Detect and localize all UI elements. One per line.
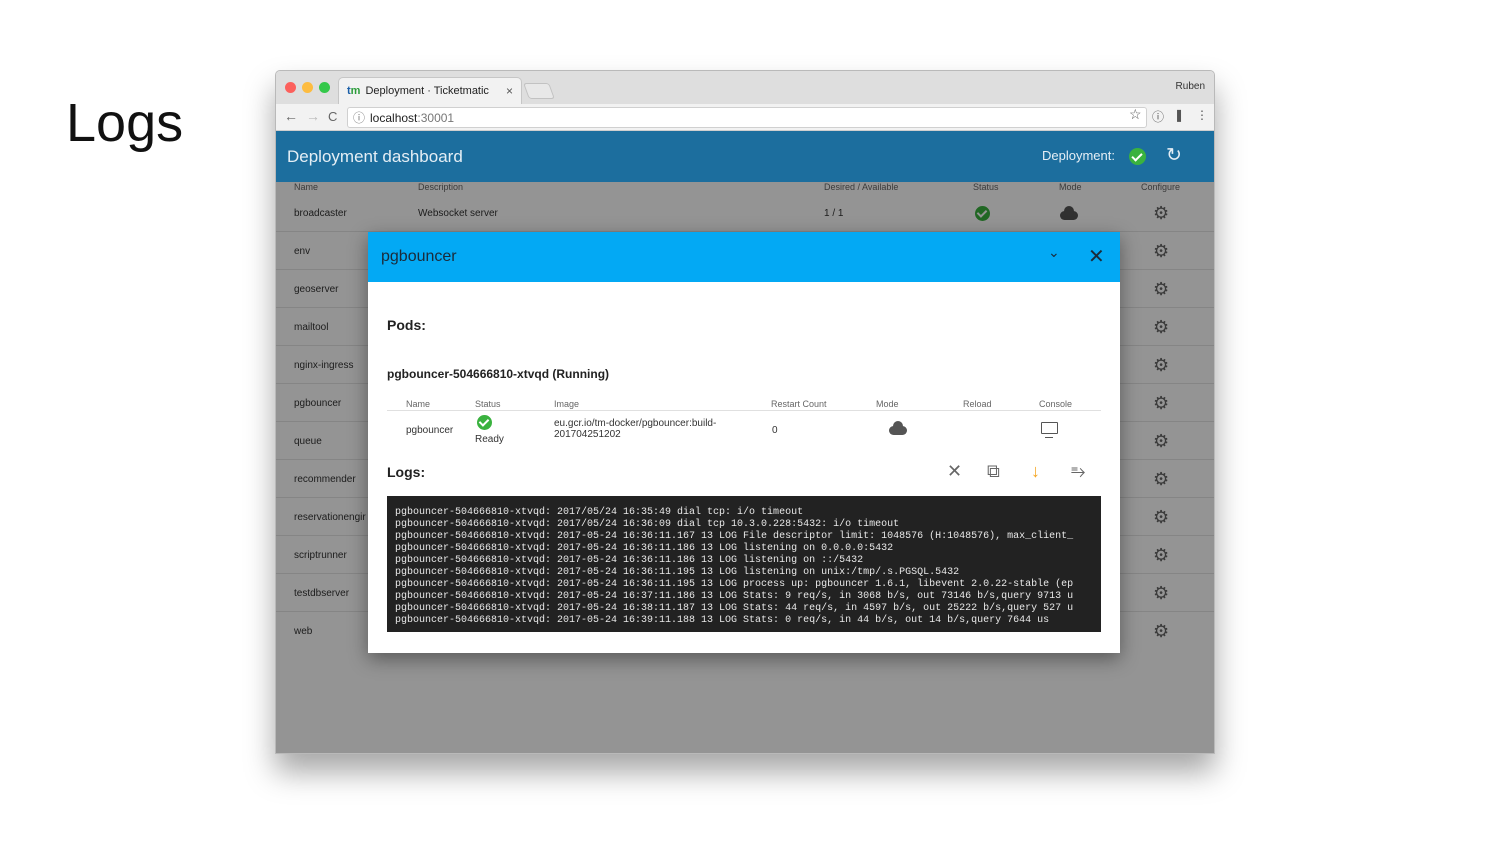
reload-icon[interactable]: C <box>328 109 337 124</box>
refresh-icon[interactable]: ↻ <box>1166 144 1182 167</box>
extension-icon[interactable]: ⓘ <box>1152 108 1164 125</box>
address-bar[interactable]: ⓘ localhost:30001 <box>347 107 1147 128</box>
address-port: :30001 <box>417 110 455 125</box>
chevron-down-icon[interactable]: ⌄ <box>1048 244 1060 261</box>
close-icon[interactable]: ✕ <box>1088 244 1105 269</box>
tab-title: Deployment · Ticketmatic <box>365 85 489 97</box>
tab-deployment[interactable]: tm Deployment · Ticketmatic × <box>338 77 522 104</box>
log-output[interactable]: pgbouncer-504666810-xtvqd: 2017/05/24 16… <box>387 496 1101 632</box>
col-image: Image <box>554 399 580 409</box>
console-icon[interactable] <box>1041 422 1058 438</box>
log-line: pgbouncer-504666810-xtvqd: 2017-05-24 16… <box>395 555 864 566</box>
menu-icon[interactable]: ⋮ <box>1196 108 1208 122</box>
favicon: tm <box>347 85 361 97</box>
container-row: pgbouncer Ready eu.gcr.io/tm-docker/pgbo… <box>387 413 1101 445</box>
container-image-line2: 201704251202 <box>554 429 621 440</box>
log-line: pgbouncer-504666810-xtvqd: 2017-05-24 16… <box>395 531 1074 542</box>
bookmark-star-icon[interactable]: ☆ <box>1129 106 1142 123</box>
navigation-bar: ← → C ⓘ localhost:30001 ☆ ⓘ ❚ ⋮ <box>276 104 1214 131</box>
log-line: pgbouncer-504666810-xtvqd: 2017-05-24 16… <box>395 615 1050 626</box>
app-bar: Deployment dashboard Deployment: ↻ <box>276 131 1214 182</box>
log-line: pgbouncer-504666810-xtvqd: 2017-05-24 16… <box>395 543 894 554</box>
log-line: pgbouncer-504666810-xtvqd: 2017-05-24 16… <box>395 603 1074 614</box>
address-host: localhost <box>370 110 418 125</box>
logs-heading: Logs: <box>387 464 426 480</box>
status-ok-icon <box>477 415 492 430</box>
window-minimize-button[interactable] <box>302 82 313 93</box>
dialog-title: pgbouncer <box>381 248 457 265</box>
col-restart-count: Restart Count <box>771 399 827 409</box>
restart-count: 0 <box>772 425 778 436</box>
col-status: Status <box>475 399 501 409</box>
slide-title: Logs <box>66 93 184 153</box>
log-line: pgbouncer-504666810-xtvqd: 2017-05-24 16… <box>395 579 1074 590</box>
clear-logs-icon[interactable]: ✕ <box>947 461 962 482</box>
cloud-icon <box>889 421 907 435</box>
col-console: Console <box>1039 399 1073 409</box>
window-close-button[interactable] <box>285 82 296 93</box>
pod-name: pgbouncer-504666810-xtvqd (Running) <box>387 367 610 381</box>
tab-close-icon[interactable]: × <box>506 84 513 98</box>
deployment-ok-icon <box>1129 148 1146 165</box>
info-icon[interactable]: ⓘ <box>353 109 365 126</box>
wrap-text-icon[interactable]: ⥱ <box>1071 461 1085 482</box>
log-line: pgbouncer-504666810-xtvqd: 2017-05-24 16… <box>395 567 960 578</box>
log-line: pgbouncer-504666810-xtvqd: 2017/05/24 16… <box>395 507 804 518</box>
evernote-icon[interactable]: ❚ <box>1174 108 1184 122</box>
app-title: Deployment dashboard <box>287 147 463 166</box>
tab-strip: tm Deployment · Ticketmatic × Ruben <box>276 71 1214 104</box>
new-tab-button[interactable] <box>523 83 555 99</box>
col-name: Name <box>406 399 431 409</box>
download-icon[interactable]: ↓ <box>1031 461 1040 482</box>
log-line: pgbouncer-504666810-xtvqd: 2017/05/24 16… <box>395 519 900 530</box>
profile-name[interactable]: Ruben <box>1176 81 1205 92</box>
forward-icon[interactable]: → <box>306 108 320 124</box>
back-icon[interactable]: ← <box>284 108 298 124</box>
window-maximize-button[interactable] <box>319 82 330 93</box>
dialog-header: pgbouncer ⌄ ✕ <box>368 232 1120 282</box>
container-table-header: Name Status Image Restart Count Mode Rel… <box>387 399 1101 411</box>
col-mode: Mode <box>876 399 899 409</box>
copy-icon[interactable]: ⧉ <box>987 461 1000 482</box>
pod-dialog: pgbouncer ⌄ ✕ Pods: pgbouncer-504666810-… <box>368 232 1120 653</box>
pods-heading: Pods: <box>387 317 426 333</box>
container-image-line1: eu.gcr.io/tm-docker/pgbouncer:build- <box>554 418 717 429</box>
deployment-label: Deployment: <box>1042 148 1115 163</box>
log-line: pgbouncer-504666810-xtvqd: 2017-05-24 16… <box>395 591 1074 602</box>
container-name: pgbouncer <box>406 425 454 436</box>
col-reload: Reload <box>963 399 992 409</box>
container-status: Ready <box>475 434 504 445</box>
